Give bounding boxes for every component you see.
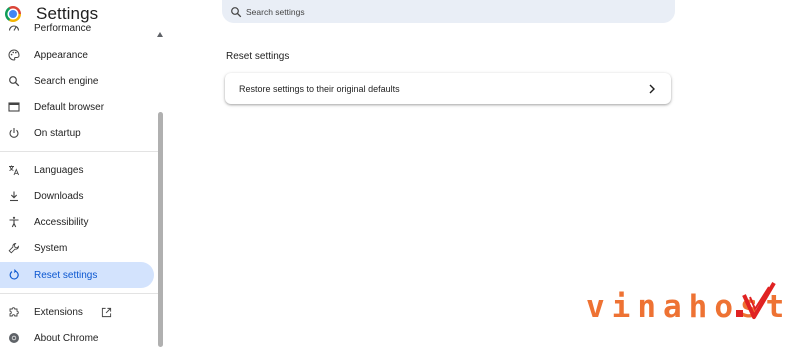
settings-header: Settings — [5, 4, 98, 24]
sidebar-item-label: Accessibility — [34, 216, 89, 228]
sidebar-item-extensions[interactable]: Extensions — [0, 299, 154, 325]
search-icon — [230, 6, 242, 18]
accessibility-icon — [8, 216, 20, 228]
reset-icon — [8, 269, 20, 281]
palette-icon — [8, 49, 20, 61]
download-icon — [8, 190, 20, 202]
restore-defaults-row[interactable]: Restore settings to their original defau… — [225, 73, 671, 104]
sidebar-item-search-engine[interactable]: Search engine — [0, 68, 154, 94]
puzzle-icon — [8, 306, 20, 318]
chrome-icon — [8, 332, 20, 344]
sidebar-item-default-browser[interactable]: Default browser — [0, 94, 154, 120]
sidebar-item-label: On startup — [34, 127, 81, 139]
sidebar-item-reset-settings[interactable]: Reset settings — [0, 262, 154, 288]
sidebar-item-label: Appearance — [34, 49, 88, 61]
search-icon — [8, 75, 20, 87]
search-input[interactable]: Search settings — [246, 7, 305, 17]
sidebar-item-label: System — [34, 242, 68, 254]
external-link-icon — [101, 306, 113, 318]
vinahost-watermark: vinahost — [586, 277, 786, 327]
checkmark-logo-icon — [742, 281, 776, 319]
sidebar-item-label: Default browser — [34, 101, 105, 113]
sidebar-item-label: Extensions — [34, 306, 83, 318]
page-title: Settings — [36, 4, 99, 23]
translate-icon — [8, 164, 20, 176]
sidebar-item-label: Search engine — [34, 75, 99, 87]
search-bar[interactable]: Search settings — [222, 0, 675, 23]
sidebar-item-appearance[interactable]: Appearance — [0, 42, 154, 68]
sidebar-item-label: Reset settings — [34, 269, 98, 281]
wrench-icon — [8, 242, 20, 254]
sidebar-item-downloads[interactable]: Downloads — [0, 183, 154, 209]
sidebar: Settings Performance Appearance Search e… — [0, 0, 168, 347]
sidebar-divider — [0, 293, 158, 294]
chevron-right-icon — [647, 84, 657, 94]
sidebar-item-system[interactable]: System — [0, 235, 154, 261]
sidebar-item-on-startup[interactable]: On startup — [0, 120, 154, 146]
sidebar-item-about-chrome[interactable]: About Chrome — [0, 325, 154, 347]
power-icon — [8, 127, 20, 139]
sidebar-item-label: Downloads — [34, 190, 84, 202]
scroll-up-arrow-icon[interactable] — [157, 32, 163, 37]
sidebar-scrollbar-thumb[interactable] — [158, 112, 163, 347]
restore-defaults-label: Restore settings to their original defau… — [239, 83, 400, 94]
sidebar-item-label: Performance — [34, 22, 92, 34]
sidebar-divider — [0, 151, 158, 152]
section-title: Reset settings — [226, 51, 290, 62]
sidebar-item-label: About Chrome — [34, 332, 99, 344]
chrome-logo-icon — [5, 6, 21, 22]
browser-window-icon — [8, 101, 20, 113]
speedometer-icon — [8, 23, 20, 34]
sidebar-item-accessibility[interactable]: Accessibility — [0, 209, 154, 235]
sidebar-item-label: Languages — [34, 164, 84, 176]
sidebar-item-languages[interactable]: Languages — [0, 157, 154, 183]
